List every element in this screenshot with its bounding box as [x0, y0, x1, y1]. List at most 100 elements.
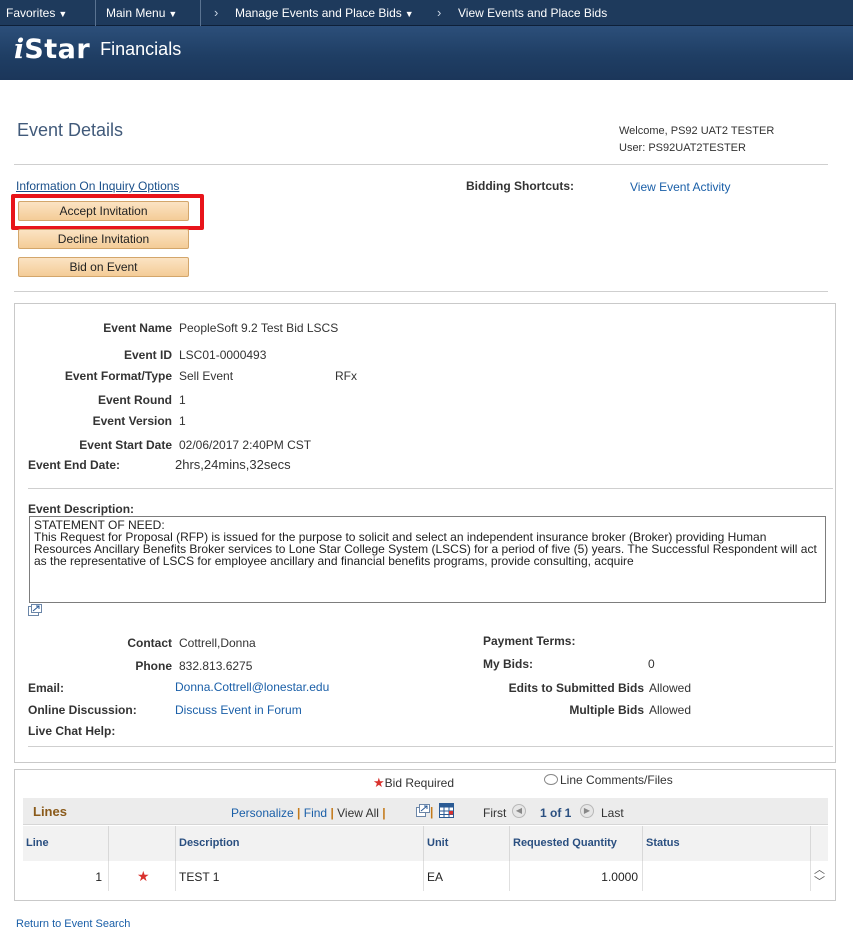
- column-header-status[interactable]: Status: [643, 826, 811, 861]
- star-icon: ★: [373, 775, 385, 790]
- welcome-block: Welcome, PS92 UAT2 TESTER User: PS92UAT2…: [619, 123, 774, 157]
- toolbar-separator: |: [297, 806, 301, 820]
- contact-divider: [28, 746, 833, 747]
- breadcrumb-arrow-icon: ›: [214, 5, 219, 20]
- breadcrumb-manage-events[interactable]: Manage Events and Place Bids ▼: [235, 6, 414, 20]
- grid-toolbar: Personalize | Find | View All |: [231, 806, 386, 820]
- favorites-label: Favorites: [6, 6, 56, 20]
- event-format-label: Event Format/Type: [64, 369, 172, 383]
- breadcrumb-view-events[interactable]: View Events and Place Bids: [458, 6, 607, 20]
- page-title: Event Details: [17, 120, 124, 140]
- event-description-textarea[interactable]: STATEMENT OF NEED: This Request for Prop…: [29, 516, 826, 603]
- description-body: This Request for Proposal (RFP) is issue…: [34, 530, 817, 568]
- nav-divider: [95, 0, 96, 26]
- email-link[interactable]: Donna.Cottrell@lonestar.edu: [175, 680, 329, 694]
- user-id-text: User: PS92UAT2TESTER: [619, 142, 746, 154]
- my-bids-value: 0: [648, 657, 655, 671]
- row-line-number: 1: [23, 861, 109, 891]
- expand-textarea-icon[interactable]: [28, 604, 42, 616]
- toolbar-separator: |: [382, 806, 386, 820]
- event-id-label: Event ID: [123, 348, 172, 362]
- app-banner: iStar Financials: [0, 26, 853, 80]
- phone-value: 832.813.6275: [179, 659, 253, 673]
- download-spreadsheet-icon[interactable]: [439, 803, 454, 818]
- information-on-inquiry-options-link[interactable]: Information On Inquiry Options: [16, 179, 179, 193]
- email-label: Email:: [28, 681, 65, 695]
- event-round-value: 1: [179, 393, 186, 407]
- event-end-date-value: 2hrs,24mins,32secs: [175, 457, 291, 472]
- event-start-date-label: Event Start Date: [79, 438, 172, 452]
- header-divider: [14, 164, 828, 165]
- breadcrumb-arrow-icon: ›: [437, 5, 442, 20]
- main-menu[interactable]: Main Menu ▼: [106, 6, 177, 20]
- bid-required-legend: ★Bid Required: [373, 775, 454, 791]
- scroll-down-icon[interactable]: ﹀: [811, 876, 828, 888]
- row-unit: EA: [424, 861, 510, 891]
- next-page-icon[interactable]: ▶: [580, 804, 594, 818]
- pager-count: 1 of 1: [540, 806, 572, 820]
- chevron-down-icon: ▼: [168, 9, 178, 19]
- actions-divider: [14, 291, 828, 292]
- phone-label: Phone: [135, 659, 172, 673]
- edits-submitted-bids-label: Edits to Submitted Bids: [508, 681, 644, 695]
- logo-i: i: [14, 34, 25, 65]
- details-divider: [28, 488, 833, 489]
- discuss-event-forum-link[interactable]: Discuss Event in Forum: [175, 703, 302, 717]
- column-header-bid-required: [109, 826, 176, 861]
- favorites-menu[interactable]: Favorites ▼: [6, 6, 67, 20]
- logo-star: Star: [24, 34, 91, 65]
- scroll-up-icon[interactable]: ︿: [811, 864, 828, 876]
- first-label: First: [483, 806, 507, 820]
- main-menu-label: Main Menu: [106, 6, 166, 20]
- column-header-spacer: [811, 826, 828, 861]
- line-comments-text: Line Comments/Files: [560, 773, 673, 787]
- contact-label: Contact: [127, 636, 172, 650]
- istar-financials-logo: iStar Financials: [14, 34, 181, 65]
- last-label: Last: [601, 806, 624, 820]
- view-event-activity-link[interactable]: View Event Activity: [630, 180, 731, 194]
- breadcrumb-manage-events-label: Manage Events and Place Bids: [235, 6, 402, 20]
- event-round-label: Event Round: [98, 393, 172, 407]
- bid-required-star-icon: ★: [109, 861, 176, 891]
- toolbar-separator: |: [330, 806, 334, 820]
- bid-on-event-button[interactable]: Bid on Event: [18, 257, 189, 277]
- bidding-shortcuts-label: Bidding Shortcuts:: [466, 179, 574, 193]
- return-to-event-search-link[interactable]: Return to Event Search: [16, 918, 130, 930]
- event-name-value: PeopleSoft 9.2 Test Bid LSCS: [179, 321, 339, 335]
- previous-page-icon[interactable]: ◀: [512, 804, 526, 818]
- logo-financials: Financials: [100, 39, 182, 59]
- column-header-requested-quantity[interactable]: Requested Quantity: [510, 826, 643, 861]
- accept-invitation-button[interactable]: Accept Invitation: [18, 201, 189, 221]
- online-discussion-label: Online Discussion:: [28, 703, 137, 717]
- live-chat-help-label: Live Chat Help:: [28, 724, 116, 738]
- edits-submitted-bids-value: Allowed: [649, 681, 692, 695]
- event-version-value: 1: [179, 414, 186, 428]
- chevron-down-icon: ▼: [58, 9, 68, 19]
- comment-bubble-icon: [544, 774, 558, 785]
- event-description-label: Event Description:: [28, 502, 135, 516]
- event-version-label: Event Version: [92, 414, 172, 428]
- contact-value: Cottrell,Donna: [179, 636, 256, 650]
- new-window-icon[interactable]: [416, 804, 430, 817]
- row-scrollbar[interactable]: ︿ ﹀: [811, 861, 828, 891]
- row-description: TEST 1: [176, 861, 424, 891]
- decline-invitation-button[interactable]: Decline Invitation: [18, 229, 189, 249]
- multiple-bids-value: Allowed: [649, 703, 692, 717]
- column-header-line[interactable]: Line: [23, 826, 109, 861]
- view-all-link[interactable]: View All: [337, 806, 379, 820]
- column-header-description[interactable]: Description: [176, 826, 424, 861]
- bid-required-text: Bid Required: [384, 776, 455, 790]
- event-name-label: Event Name: [103, 321, 172, 335]
- welcome-text: Welcome, PS92 UAT2 TESTER: [619, 125, 775, 137]
- column-header-unit[interactable]: Unit: [424, 826, 510, 861]
- nav-divider: [200, 0, 201, 26]
- top-navigation-bar: Favorites ▼ Main Menu ▼ › Manage Events an…: [0, 0, 853, 26]
- event-id-value: LSC01-0000493: [179, 348, 267, 362]
- find-link[interactable]: Find: [304, 806, 327, 820]
- event-end-date-label: Event End Date:: [28, 458, 121, 472]
- multiple-bids-label: Multiple Bids: [569, 703, 644, 717]
- personalize-link[interactable]: Personalize: [231, 806, 294, 820]
- my-bids-label: My Bids:: [483, 657, 534, 671]
- row-status: [643, 861, 811, 891]
- lines-grid-title: Lines: [33, 804, 67, 819]
